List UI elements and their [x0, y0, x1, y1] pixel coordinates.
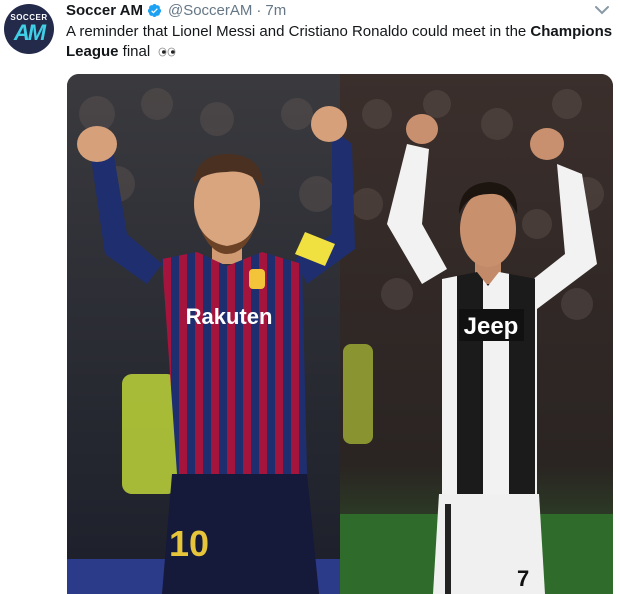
left-player-sponsor: Rakuten [186, 304, 273, 329]
left-player-shirt [162, 252, 307, 474]
verified-badge-icon [147, 3, 162, 17]
left-player-number: 10 [169, 523, 209, 564]
tweet[interactable]: SOCCER AM Soccer AM @SoccerAM · 7m A rem… [0, 0, 620, 594]
timestamp[interactable]: 7m [265, 2, 286, 19]
tweet-text-part1: A reminder that Lionel Messi and Cristia… [66, 23, 531, 40]
right-player-number: 7 [517, 566, 529, 591]
avatar[interactable]: SOCCER AM [4, 4, 54, 54]
tweet-media-photo[interactable]: Rakuten 10 Jeep 7 [67, 74, 613, 594]
right-player-sponsor: Jeep [464, 313, 519, 340]
tweet-text-part2: final [118, 43, 151, 60]
separator-dot: · [256, 1, 262, 19]
avatar-text-big: AM [13, 19, 46, 45]
tweet-text: A reminder that Lionel Messi and Cristia… [66, 22, 614, 62]
chevron-down-icon[interactable] [594, 3, 610, 17]
display-name[interactable]: Soccer AM [66, 2, 143, 19]
handle[interactable]: @SoccerAM [168, 2, 252, 19]
tweet-header: Soccer AM @SoccerAM · 7m [66, 1, 286, 19]
eyes-emoji-icon [158, 47, 176, 57]
right-player-shirt [442, 272, 537, 494]
photo-illustration: Rakuten 10 Jeep 7 [67, 74, 613, 594]
